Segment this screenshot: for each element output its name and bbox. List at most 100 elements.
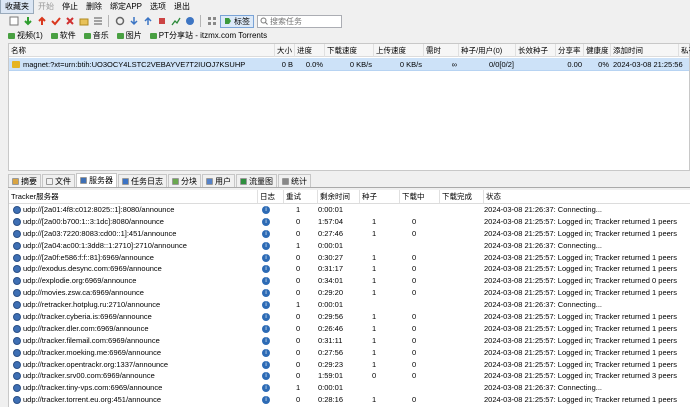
check-icon[interactable]: [50, 16, 61, 27]
log-info-icon[interactable]: i: [262, 360, 270, 369]
tracker-globe-icon: [13, 396, 21, 405]
tag-button[interactable]: 标签: [220, 14, 254, 28]
column-added-time[interactable]: 添加时间: [611, 44, 679, 57]
column-private[interactable]: 私有: [679, 44, 690, 57]
column-seeds[interactable]: 种子: [360, 190, 400, 203]
column-eta[interactable]: 需时: [424, 44, 459, 57]
tracker-row[interactable]: i udp://tracker.torrent.eu.org:451/announ…: [9, 394, 690, 406]
tab-summary[interactable]: 摘要: [8, 174, 41, 187]
column-upload-speed[interactable]: 上传速度: [374, 44, 424, 57]
tracker-row[interactable]: i udp://tracker.tiny-vps.com:6969/announc…: [9, 382, 690, 394]
tracker-row[interactable]: i udp://[2a03:7220:8083:cd00::1]:451/anno…: [9, 228, 690, 240]
tracker-row[interactable]: i udp://movies.zsw.ca:6969/announce 0 0:29:…: [9, 287, 690, 299]
log-info-icon[interactable]: i: [262, 277, 270, 286]
search-input[interactable]: [270, 16, 340, 26]
log-info-icon[interactable]: i: [262, 384, 270, 393]
column-completed[interactable]: 下载完成: [440, 190, 484, 203]
column-retry[interactable]: 重试: [284, 190, 318, 203]
tracker-row[interactable]: i udp://tracker.opentrackr.org:1337/annou…: [9, 359, 690, 371]
category-video[interactable]: 视频(1): [8, 30, 43, 41]
log-info-icon[interactable]: i: [262, 253, 270, 262]
log-info-icon[interactable]: i: [262, 217, 270, 226]
tracker-row[interactable]: i udp://tracker.filemail.com:6969/announc…: [9, 335, 690, 347]
column-tracker-server[interactable]: Tracker服务器: [9, 190, 258, 203]
tracker-row[interactable]: i udp://[2a01:4f8:c012:8025::1]:8080/anno…: [9, 204, 690, 216]
log-info-icon[interactable]: i: [262, 396, 270, 405]
upload-icon[interactable]: [36, 16, 47, 27]
tab-task-log[interactable]: 任务日志: [118, 174, 167, 187]
delete-icon[interactable]: [64, 16, 75, 27]
category-software[interactable]: 软件: [50, 30, 76, 41]
log-info-icon[interactable]: i: [262, 241, 270, 250]
menu-exit[interactable]: 退出: [170, 0, 194, 13]
tab-files[interactable]: 文件: [42, 174, 75, 187]
column-status[interactable]: 状态: [484, 190, 690, 203]
log-info-icon[interactable]: i: [262, 289, 270, 298]
grid-icon[interactable]: [206, 16, 217, 27]
task-row[interactable]: magnet:?xt=urn:btih:UO3OCY4LSTC2VEBAYVE7…: [9, 58, 689, 71]
column-size[interactable]: 大小: [275, 44, 295, 57]
new-task-icon[interactable]: [8, 16, 19, 27]
column-name[interactable]: 名称: [9, 44, 275, 57]
stop-icon[interactable]: [156, 16, 167, 27]
chart-icon[interactable]: [170, 16, 181, 27]
menu-options[interactable]: 选项: [146, 0, 170, 13]
log-info-icon[interactable]: i: [262, 348, 270, 357]
column-health[interactable]: 健康度: [584, 44, 611, 57]
arrow-up-icon[interactable]: [142, 16, 153, 27]
tracker-row[interactable]: i udp://tracker.dler.com:6969/announce 0 0:…: [9, 323, 690, 335]
column-seeds-peers[interactable]: 种子/用户(0): [459, 44, 516, 57]
tracker-row[interactable]: i udp://explodie.org:6969/announce 0 0:34:0…: [9, 275, 690, 287]
tracker-row[interactable]: i udp://tracker.moeking.me:6969/announce 0…: [9, 347, 690, 359]
column-ratio[interactable]: 分享率: [556, 44, 584, 57]
tag-label: 标签: [234, 16, 250, 26]
pieces-icon: [172, 177, 179, 185]
log-info-icon[interactable]: i: [262, 372, 270, 381]
log-info-icon[interactable]: i: [262, 229, 270, 238]
tab-pieces[interactable]: 分块: [168, 174, 201, 187]
tracker-row[interactable]: i udp://exodus.desync.com:6969/announce 0 0…: [9, 263, 690, 275]
column-leechers[interactable]: 下载中: [400, 190, 440, 203]
category-music[interactable]: 音乐: [83, 30, 109, 41]
column-download-speed[interactable]: 下载速度: [325, 44, 374, 57]
tracker-retry: 0: [296, 347, 301, 357]
column-progress[interactable]: 进度: [295, 44, 325, 57]
tracker-url: udp://retracker.hotplug.ru:2710/announce: [23, 300, 161, 310]
menu-delete[interactable]: 删除: [82, 0, 106, 13]
log-info-icon[interactable]: i: [262, 313, 270, 322]
tracker-leechers: 0: [412, 288, 417, 298]
menu-start[interactable]: 开始: [34, 0, 58, 13]
menu-favorites[interactable]: 收藏夹: [0, 0, 34, 14]
column-long-seed[interactable]: 长效种子: [516, 44, 556, 57]
tab-servers[interactable]: 服务器: [76, 173, 117, 187]
download-icon[interactable]: [22, 16, 33, 27]
log-info-icon[interactable]: i: [262, 336, 270, 345]
arrow-down-icon[interactable]: [128, 16, 139, 27]
column-remaining[interactable]: 剩余时间: [318, 190, 360, 203]
folder-icon[interactable]: [78, 16, 89, 27]
log-info-icon[interactable]: i: [262, 206, 270, 214]
tracker-row[interactable]: i udp://retracker.hotplug.ru:2710/announc…: [9, 299, 690, 311]
tracker-row[interactable]: i udp://tracker.srv00.com:6969/announce 0 1…: [9, 370, 690, 382]
menu-bind-app[interactable]: 绑定APP: [106, 0, 146, 13]
log-info-icon[interactable]: i: [262, 265, 270, 274]
tracker-row[interactable]: i udp://[2a00:b700:1::3:1dc]:8080/announc…: [9, 216, 690, 228]
tab-statistics[interactable]: 统计: [278, 174, 311, 187]
log-info-icon[interactable]: i: [262, 324, 270, 333]
search-box: [257, 14, 342, 28]
settings-icon[interactable]: [114, 16, 125, 27]
list-icon[interactable]: [92, 16, 103, 27]
menu-stop[interactable]: 停止: [58, 0, 82, 13]
toolbar: 标签: [0, 13, 690, 29]
tracker-row[interactable]: i udp://tracker.cyberia.is:6969/announce 0…: [9, 311, 690, 323]
category-pt-share[interactable]: PT分享站 - itzmx.com Torrents: [149, 30, 267, 41]
tracker-row[interactable]: i udp://[2a04:ac00:1:3dd8::1:2710]:2710/a…: [9, 240, 690, 252]
info-icon[interactable]: [184, 16, 195, 27]
tracker-row[interactable]: i udp://[2a0f:e586:f:f::81]:6969/announce…: [9, 252, 690, 264]
category-pictures[interactable]: 图片: [116, 30, 142, 41]
tab-users[interactable]: 用户: [202, 174, 235, 187]
tab-traffic-graph[interactable]: 流量图: [236, 174, 277, 187]
servers-icon: [80, 177, 87, 184]
column-log[interactable]: 日志: [258, 190, 284, 203]
log-info-icon[interactable]: i: [262, 301, 270, 310]
